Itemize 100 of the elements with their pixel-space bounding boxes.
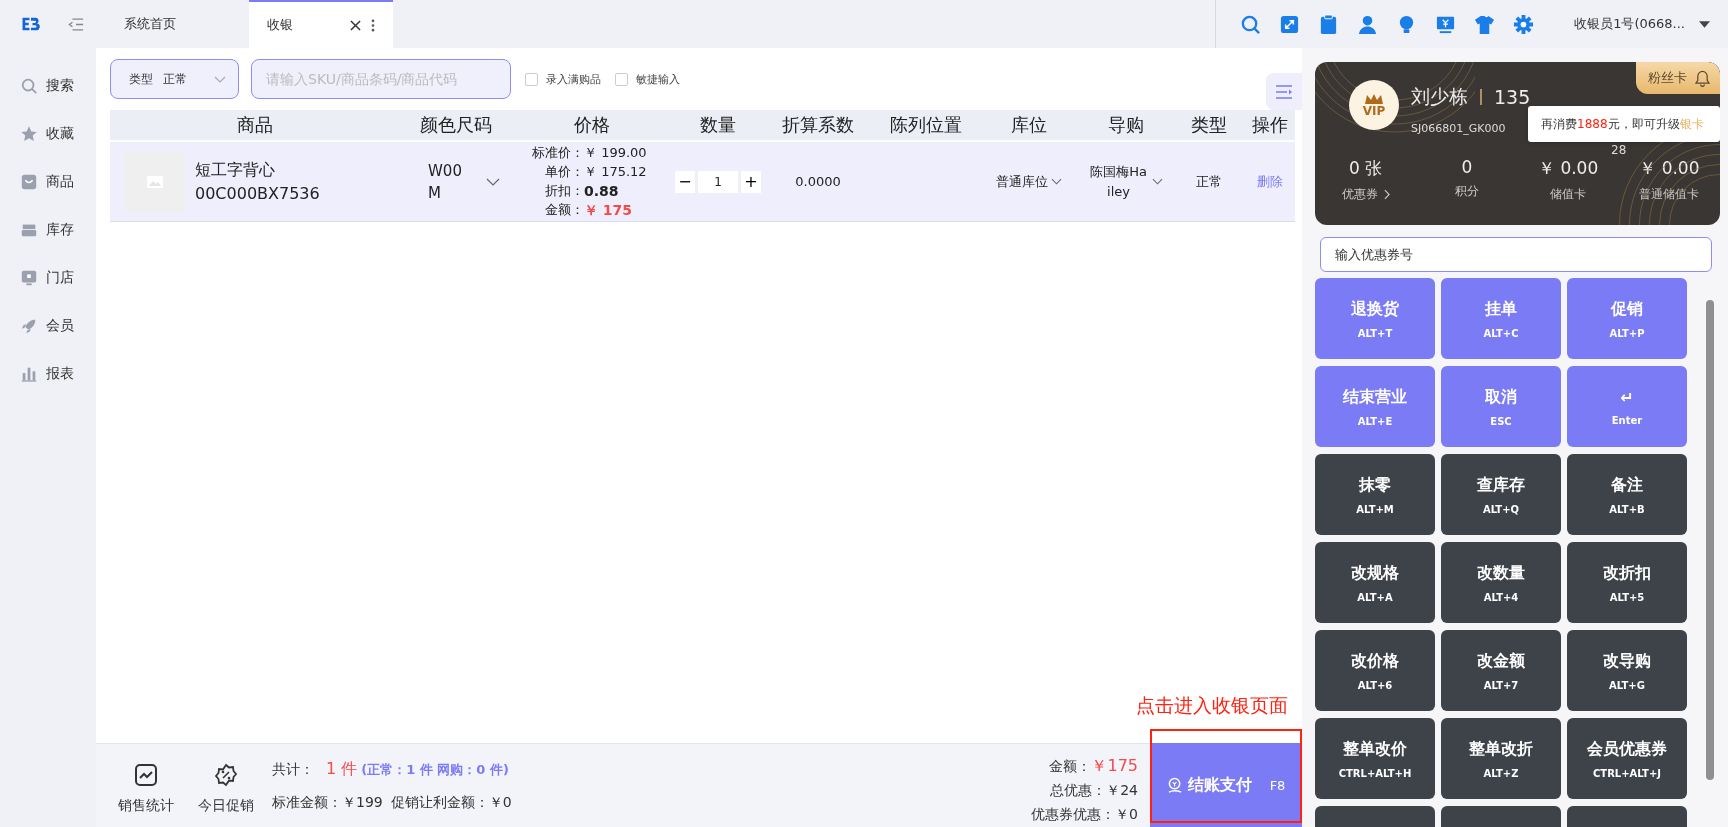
shortcut-button[interactable]: 备注 ALT+B xyxy=(1567,454,1687,535)
tab[interactable]: 系统首页 xyxy=(106,0,249,48)
user-name[interactable]: 收银员1号(0668... xyxy=(1574,15,1685,33)
tab-label[interactable]: 系统首页 xyxy=(124,15,176,33)
price-value: ￥ 199.00 xyxy=(584,144,647,162)
settings-icon xyxy=(1513,13,1535,35)
shortcut-button[interactable]: 促销 ALT+P xyxy=(1567,278,1687,359)
trend-chart-icon xyxy=(134,762,158,787)
column-header: 折算系数 xyxy=(781,113,855,137)
total-detail: (正常：1 件 网购：0 件) xyxy=(361,762,509,777)
total-label: 共计： xyxy=(272,761,314,777)
card-number: SJ066801_GK000 xyxy=(1411,122,1506,135)
upgrade-tooltip: 再消费1888元，即可升级银卡 xyxy=(1528,106,1720,142)
sidebar-item[interactable]: 商品 xyxy=(0,158,96,206)
dropdown-caret-icon xyxy=(1699,20,1710,28)
column-header: 商品 xyxy=(236,113,274,137)
stat-label: 储值卡 xyxy=(1549,186,1588,203)
coin-user-icon xyxy=(1166,776,1184,794)
monitor-icon xyxy=(20,269,38,287)
image-icon xyxy=(147,175,163,188)
stat-value: ￥ 0.00 xyxy=(1638,157,1701,180)
column-header: 颜色尺码 xyxy=(419,113,493,137)
shortcut-button[interactable]: 整单改价 CTRL+ALT+H xyxy=(1315,718,1435,799)
member-name: 刘少栋 xyxy=(1411,84,1468,109)
more-icon xyxy=(371,18,375,32)
summary-label: 总优惠： xyxy=(1050,781,1107,798)
type-label: 类型 xyxy=(129,70,153,88)
panel-toggle-button[interactable] xyxy=(1266,73,1302,110)
list-collapse-icon xyxy=(1275,84,1293,99)
shortcut-button[interactable]: 改价格 ALT+6 xyxy=(1315,630,1435,711)
summary-label: 金额： xyxy=(1049,757,1092,774)
table-cell-text: 0.0000 xyxy=(794,174,842,189)
chevron-down-icon xyxy=(1151,178,1163,185)
price-value: ￥ 175.12 xyxy=(584,163,647,181)
price-label: 金额： xyxy=(544,201,584,219)
stat-label: 普通储值卡 xyxy=(1638,186,1701,203)
tshirt-icon xyxy=(1474,13,1496,35)
shortcut-button[interactable]: 改规格 ALT+A xyxy=(1315,542,1435,623)
coupon-field[interactable]: 输入优惠券号 xyxy=(1320,237,1712,272)
shortcut-button[interactable]: 查库存 ALT+Q xyxy=(1441,454,1561,535)
bar-chart-icon xyxy=(20,365,38,383)
shortcut-button[interactable]: 会员优惠券 CTRL+ALT+J xyxy=(1567,718,1687,799)
column-header: 库位 xyxy=(1010,113,1048,137)
column-header: 数量 xyxy=(699,113,737,137)
shortcut-button[interactable]: 整单改折 ALT+Z xyxy=(1441,718,1561,799)
sidebar-item[interactable]: 报表 xyxy=(0,350,96,398)
quantity-field[interactable]: 1 xyxy=(698,170,738,193)
sidebar-item[interactable]: 会员 xyxy=(0,302,96,350)
shortcut-button[interactable]: 改数量 ALT+4 xyxy=(1441,542,1561,623)
guide-value[interactable]: 陈国梅Hailey xyxy=(1088,161,1149,202)
tab[interactable]: 收银 xyxy=(249,0,393,48)
table-cell-text: 正常 xyxy=(1195,172,1223,191)
sidebar-item[interactable]: 收藏 xyxy=(0,110,96,158)
shortcut-button[interactable]: 挂单 ALT+C xyxy=(1441,278,1561,359)
sidebar-item[interactable]: 库存 xyxy=(0,206,96,254)
shortcut-button[interactable]: 取消 ESC xyxy=(1441,366,1561,447)
location-value[interactable]: 普通库位 xyxy=(996,172,1048,191)
stat-label: 积分 xyxy=(1453,183,1480,200)
checkout-button[interactable]: 结账支付 F8 xyxy=(1150,743,1302,827)
card-number: 28 xyxy=(1611,143,1627,157)
type-value[interactable]: 正常 xyxy=(163,70,187,88)
shortcut-button[interactable]: 抹零 ALT+M xyxy=(1315,454,1435,535)
shortcut-button[interactable]: ↵ Enter xyxy=(1567,366,1687,447)
shortcut-button[interactable]: 改导购 ALT+G xyxy=(1567,630,1687,711)
stat-value: ￥ 0.00 xyxy=(1537,157,1600,180)
footer-tool-button[interactable]: 今日促销 xyxy=(198,756,254,815)
shortcut-button[interactable]: 改金额 ALT+7 xyxy=(1441,630,1561,711)
user-icon xyxy=(1357,13,1379,35)
sidebar-item[interactable]: 搜索 xyxy=(0,62,96,110)
sidebar-item[interactable]: 门店 xyxy=(0,254,96,302)
product-name: 短工字背心 xyxy=(195,158,276,181)
annotation-text: 点击进入收银页面 xyxy=(1136,693,1288,718)
rocket-icon xyxy=(20,317,38,335)
price-label: 单价： xyxy=(544,163,584,181)
shortcut-button[interactable]: 改折扣 ALT+5 xyxy=(1567,542,1687,623)
shortcut-button[interactable]: 结束营业 ALT+E xyxy=(1315,366,1435,447)
column-header: 类型 xyxy=(1190,113,1228,137)
stat-value: 0 xyxy=(1460,157,1474,177)
stat-value: 0 张 xyxy=(1348,157,1384,180)
price-label: 折扣： xyxy=(544,182,584,200)
summary-label: 优惠券优惠： xyxy=(1031,805,1116,822)
chevron-down-icon xyxy=(214,75,226,83)
tab-label[interactable]: 收银 xyxy=(267,16,293,34)
user-menu[interactable]: 收银员1号(0668... xyxy=(1574,0,1728,48)
checkbox[interactable] xyxy=(525,72,538,86)
search-field[interactable]: 请输入SKU/商品条码/商品代码 xyxy=(251,59,511,99)
type-dropdown[interactable]: 类型 正常 xyxy=(110,59,239,99)
bag-icon xyxy=(20,173,38,191)
spec-value[interactable]: W00M xyxy=(428,159,464,204)
checkbox[interactable] xyxy=(615,72,628,86)
stat-link[interactable]: 优惠券 xyxy=(1315,186,1417,203)
chevron-down-icon xyxy=(1051,178,1062,185)
crown-icon xyxy=(1364,93,1384,104)
close-button[interactable] xyxy=(350,19,361,31)
price-value: ￥ 175 xyxy=(584,201,633,219)
footer-tool-button[interactable]: 销售统计 xyxy=(118,756,174,815)
shortcut-button[interactable]: 退换货 ALT+T xyxy=(1315,278,1435,359)
increment-button[interactable]: + xyxy=(741,170,761,193)
decrement-button[interactable]: − xyxy=(675,170,695,193)
vip-badge: VIP xyxy=(1349,80,1399,130)
